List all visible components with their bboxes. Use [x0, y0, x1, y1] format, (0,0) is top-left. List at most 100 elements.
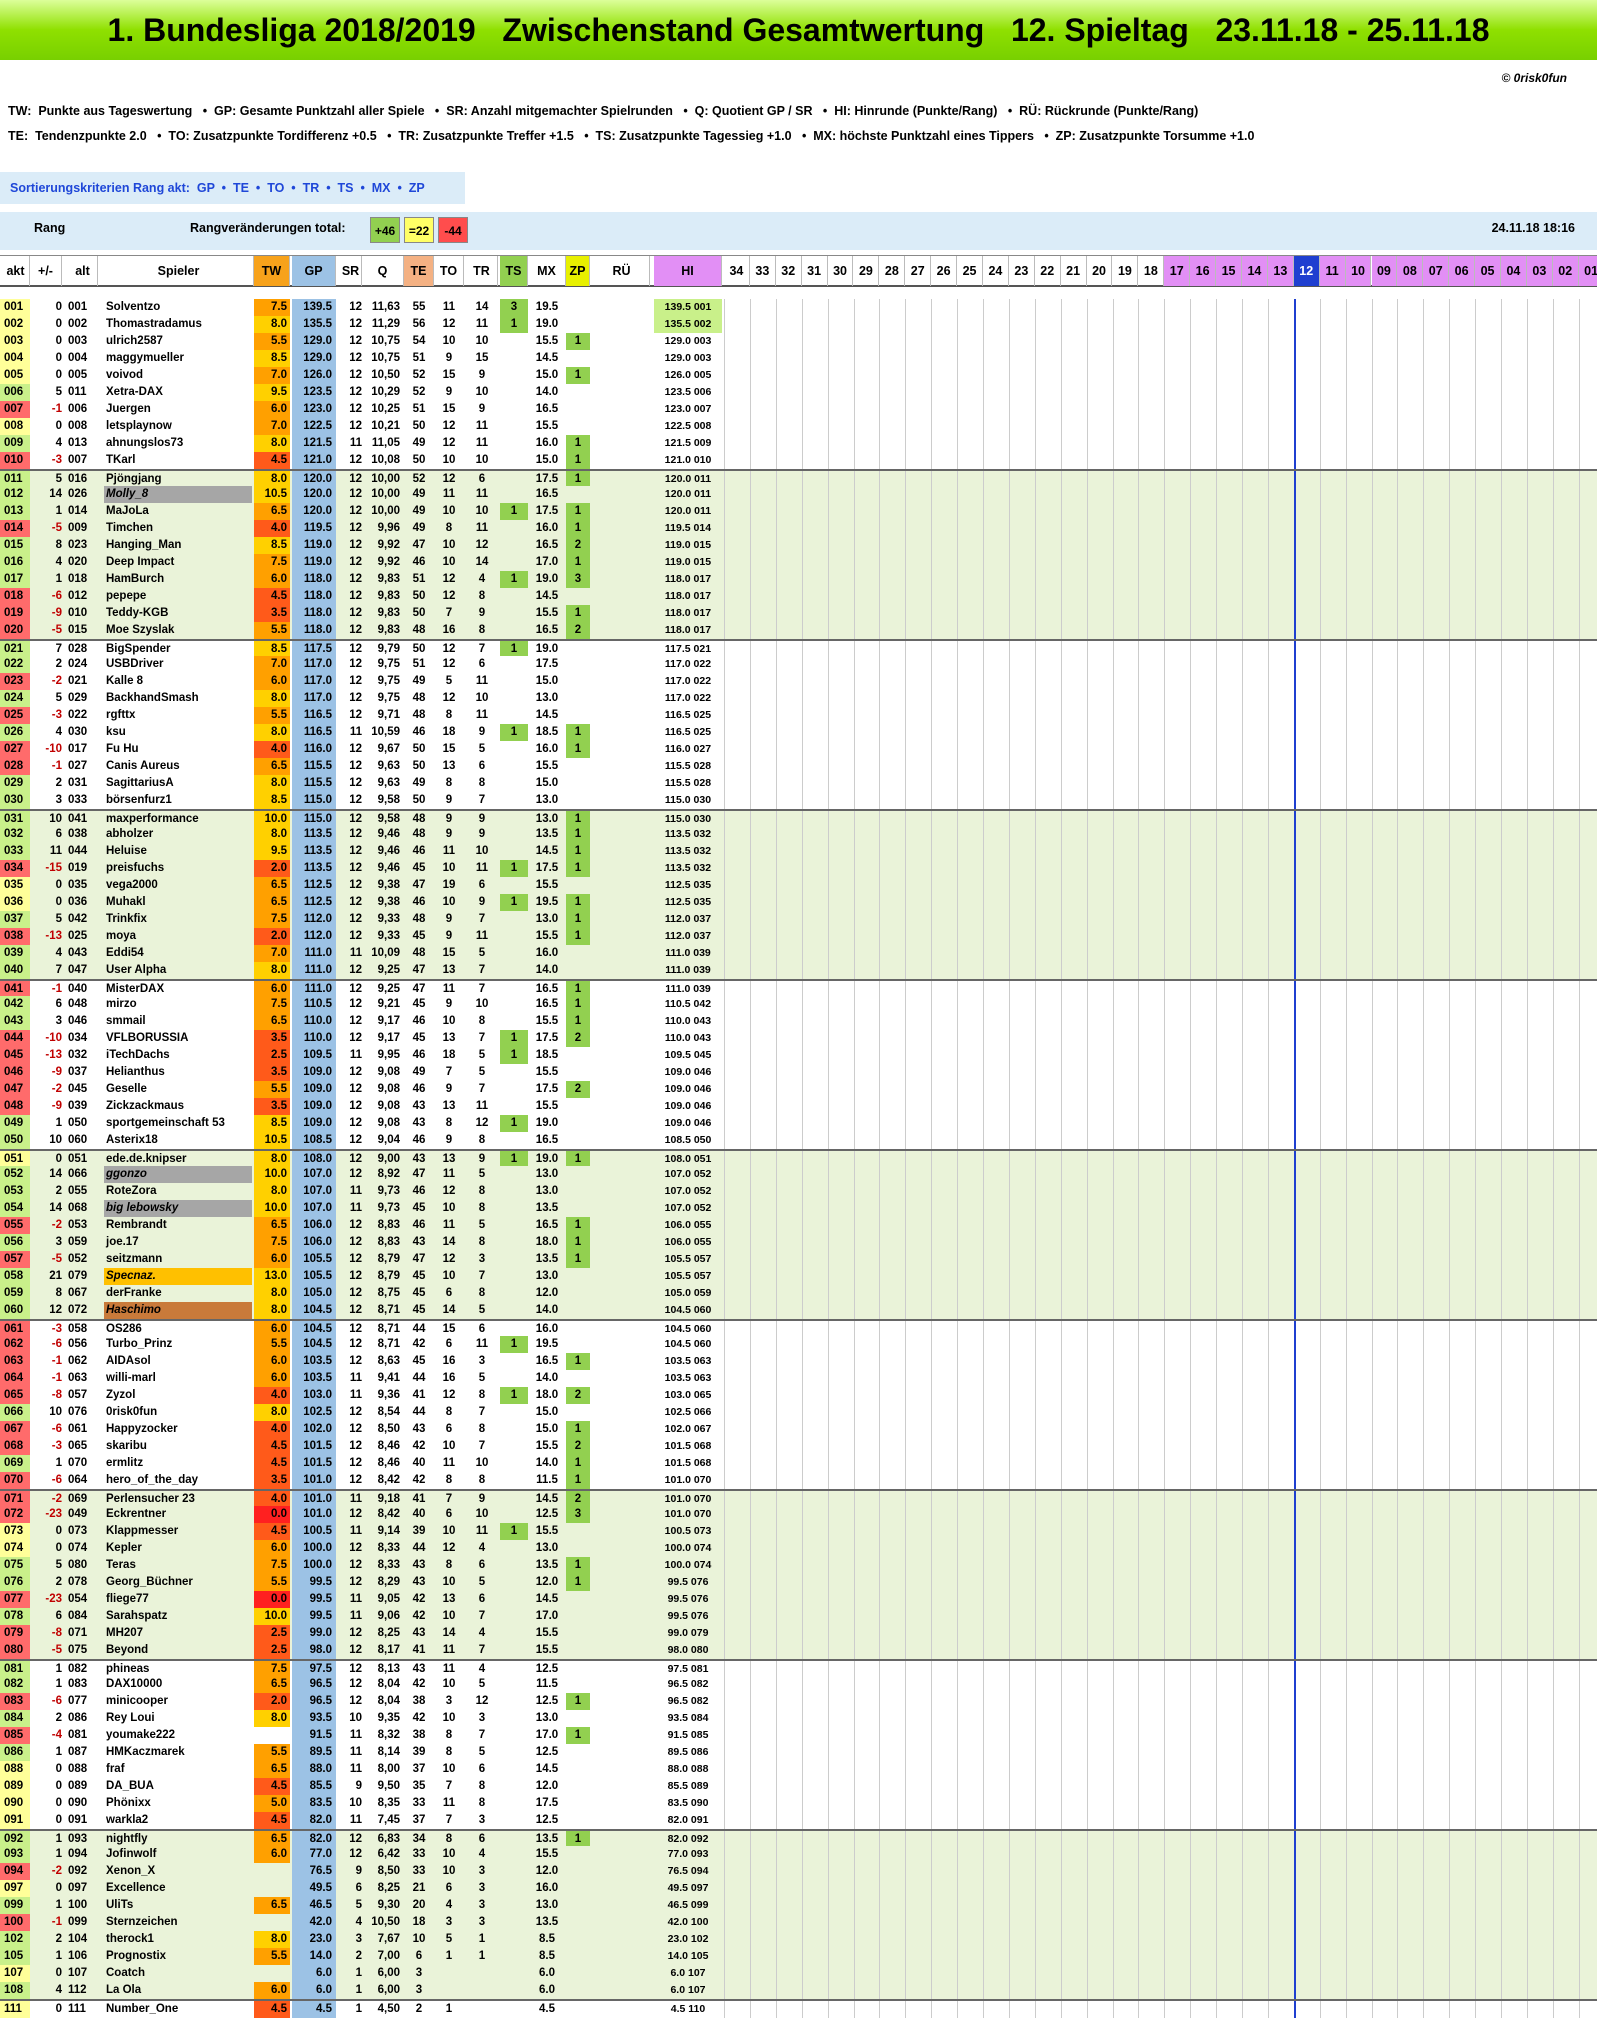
- cell-tr: 8: [478, 1015, 486, 1027]
- cell-zp: [566, 588, 590, 605]
- cell-tw: 7.5: [254, 299, 290, 316]
- matchday-cell: [1267, 537, 1294, 554]
- matchday-cell: [1501, 1115, 1527, 1132]
- cell-diff: 10: [49, 1406, 62, 1418]
- matchday-cell: [1319, 1217, 1346, 1234]
- cell-alt: 005: [68, 369, 88, 381]
- matchday-cell: [957, 1200, 983, 1217]
- matchday-cell: [1449, 1863, 1475, 1880]
- matchday-cell: [1526, 537, 1553, 554]
- matchday-cell: [1293, 1914, 1320, 1931]
- matchday-cell: [853, 1183, 880, 1200]
- cell-ts: [500, 384, 528, 401]
- matchday-cell: [1112, 1557, 1139, 1574]
- cell-alt: 045: [68, 1083, 88, 1095]
- matchday-cell: [957, 656, 983, 673]
- cell-q: 8,50: [377, 1423, 400, 1435]
- cell-diff: 8: [55, 1287, 62, 1299]
- matchday-cell: [1190, 1727, 1216, 1744]
- matchday-cell: [1475, 520, 1501, 537]
- cell-sr: 11: [349, 947, 362, 959]
- cell-te: 52: [412, 369, 426, 381]
- matchday-cell: [1552, 316, 1579, 333]
- matchday-cell: [853, 588, 880, 605]
- matchday-cell: [1112, 401, 1139, 418]
- matchday-cell: [827, 1727, 854, 1744]
- matchday-cell: [1060, 775, 1087, 792]
- matchday-cell: [1112, 656, 1139, 673]
- matchday-cell: [879, 401, 905, 418]
- matchday-cell: [1552, 503, 1579, 520]
- matchday-cell: [1242, 401, 1268, 418]
- matchday-cell: [879, 911, 905, 928]
- matchday-cell: [1578, 1166, 1597, 1183]
- matchday-cell: [1242, 775, 1268, 792]
- matchday-cell: [1138, 1642, 1164, 1659]
- cell-alt: 023: [68, 539, 88, 551]
- matchday-cell: [1319, 1183, 1346, 1200]
- matchday-cell: [957, 860, 983, 877]
- matchday-cell: [1112, 316, 1139, 333]
- matchday-cell: [1267, 1523, 1294, 1540]
- matchday-cell: [1164, 1370, 1190, 1387]
- matchday-cell: [1190, 316, 1216, 333]
- matchday-cell: [1501, 1676, 1527, 1693]
- matchday-cell: [1086, 503, 1113, 520]
- matchday-cell: [749, 1897, 776, 1914]
- matchday-cell: [1242, 1336, 1268, 1353]
- matchday-cell: [1242, 1863, 1268, 1880]
- matchday-cell: [1552, 1183, 1579, 1200]
- matchday-cell: [1060, 1472, 1087, 1489]
- matchday-cell: [1371, 1387, 1398, 1404]
- cell-q: 8,33: [377, 1559, 400, 1571]
- matchday-cell: [1190, 1234, 1216, 1251]
- matchday-cell: [905, 588, 931, 605]
- matchday-cell: [1475, 1234, 1501, 1251]
- matchday-cell: [1293, 1370, 1320, 1387]
- matchday-cell: [1242, 1761, 1268, 1778]
- rank-changes-label: Rangveränderungen total:: [190, 221, 346, 235]
- matchday-cell: [1397, 1846, 1423, 1863]
- cell-hi: 126.0 005: [664, 369, 712, 381]
- cell-tr: 10: [475, 505, 489, 517]
- matchday-cell: [1578, 299, 1597, 316]
- cell-te: 10: [412, 1933, 426, 1945]
- matchday-cell: [827, 1438, 854, 1455]
- matchday-cell: [879, 996, 905, 1013]
- cell-alt: 030: [68, 726, 88, 738]
- matchday-cell: [1449, 1047, 1475, 1064]
- matchday-cell: [1501, 758, 1527, 775]
- matchday-cell: [1319, 588, 1346, 605]
- matchday-cell: [1190, 690, 1216, 707]
- matchday-cell: [1423, 435, 1449, 452]
- cell-ts: [500, 1540, 528, 1557]
- matchday-cell: [1397, 1336, 1423, 1353]
- matchday-cell: [1034, 571, 1061, 588]
- matchday-cell: [1164, 843, 1190, 860]
- matchday-cell: [1190, 843, 1216, 860]
- col-header-akt: akt: [2, 256, 30, 286]
- matchday-cell: [801, 877, 828, 894]
- matchday-cell: [853, 792, 880, 809]
- matchday-cell: [1319, 1132, 1346, 1149]
- cell-to: 11: [442, 845, 456, 857]
- cell-diff: 1: [55, 573, 62, 585]
- cell-diff: 5: [55, 692, 62, 704]
- matchday-cell: [1060, 1914, 1087, 1931]
- matchday-cell: [853, 860, 880, 877]
- matchday-cell: [1190, 588, 1216, 605]
- matchday-cell: [1449, 452, 1475, 469]
- cell-mx: 15.5: [535, 1525, 559, 1537]
- matchday-cell: [1552, 1727, 1579, 1744]
- matchday-cell: [1319, 792, 1346, 809]
- cell-to: 6: [445, 1882, 453, 1894]
- matchday-cell: [1267, 452, 1294, 469]
- cell-diff: 4: [55, 947, 62, 959]
- matchday-cell: [1423, 1557, 1449, 1574]
- matchday-cell: [1578, 1812, 1597, 1829]
- cell-ts: [500, 1846, 528, 1863]
- cell-name: Hanging_Man: [106, 539, 182, 551]
- matchday-cell: [775, 1625, 802, 1642]
- matchday-cell: [749, 1608, 776, 1625]
- matchday-cell: [1423, 1302, 1449, 1319]
